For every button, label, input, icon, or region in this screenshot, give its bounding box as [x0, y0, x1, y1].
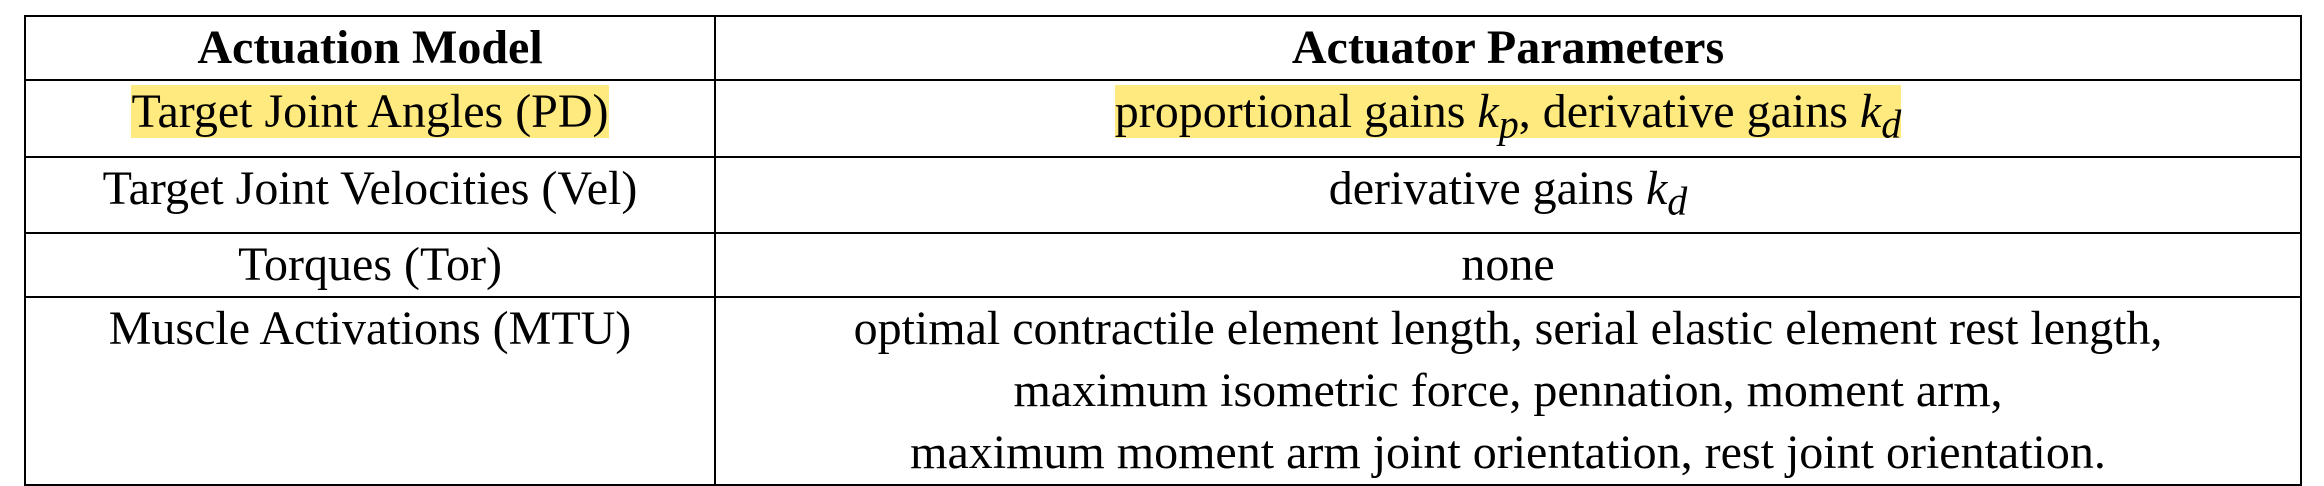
table-row: Target Joint Angles (PD) proportional ga…	[24, 79, 2302, 158]
params-cell: derivative gains kd	[714, 155, 2302, 235]
math-k: k	[1859, 85, 1882, 138]
table-row: Muscle Activations (MTU) optimal contrac…	[24, 296, 2302, 486]
params-line: maximum isometric force, pennation, mome…	[1013, 364, 2003, 418]
highlighted-model-text: Target Joint Angles (PD)	[131, 85, 609, 138]
math-k: k	[1645, 161, 1668, 215]
math-subscript-d: d	[1881, 101, 1902, 147]
math-k: k	[1477, 85, 1499, 138]
params-line: maximum moment arm joint orientation, re…	[910, 426, 2106, 480]
table-row: Torques (Tor) none	[24, 232, 2302, 299]
params-line: optimal contractile element length, seri…	[853, 302, 2163, 356]
params-cell: none	[714, 232, 2302, 299]
model-cell: Muscle Activations (MTU)	[24, 296, 716, 486]
model-cell: Target Joint Angles (PD)	[24, 79, 716, 158]
math-subscript-p: p	[1498, 101, 1519, 147]
model-cell: Target Joint Velocities (Vel)	[24, 155, 716, 235]
math-subscript-d: d	[1667, 178, 1688, 224]
model-cell: Torques (Tor)	[24, 232, 716, 299]
params-text: proportional gains	[1114, 85, 1478, 138]
table-row: Target Joint Velocities (Vel) derivative…	[24, 155, 2302, 235]
params-text: , derivative gains	[1518, 85, 1860, 138]
highlighted-params-text: proportional gains kp, derivative gains …	[1114, 85, 1902, 147]
header-actuation-model: Actuation Model	[24, 15, 716, 81]
header-actuator-parameters: Actuator Parameters	[714, 15, 2302, 81]
actuation-parameters-table: Actuation Model Actuator Parameters Targ…	[24, 15, 2302, 486]
header-row: Actuation Model Actuator Parameters	[24, 15, 2302, 81]
params-text: derivative gains	[1328, 161, 1646, 215]
params-cell: proportional gains kp, derivative gains …	[714, 79, 2302, 158]
params-cell: optimal contractile element length, seri…	[714, 296, 2302, 486]
